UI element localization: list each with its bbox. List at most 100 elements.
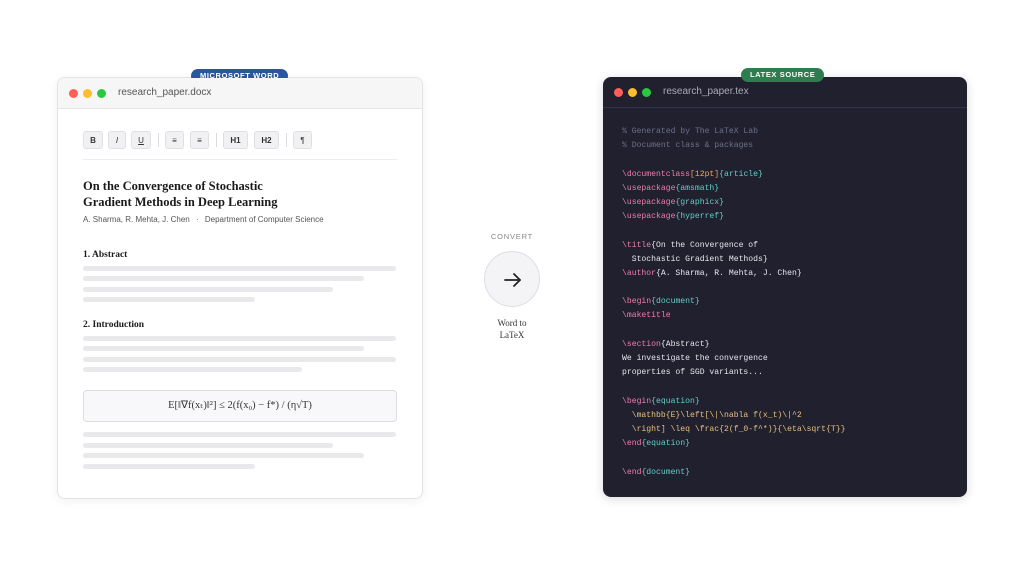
- maximize-window-button[interactable]: [97, 89, 106, 98]
- formatting-toolbar: B I U ≡ ≡ H1 H2 ¶: [83, 131, 397, 160]
- text-placeholder-line: [83, 266, 396, 271]
- introduction-heading: 2. Introduction: [83, 320, 145, 330]
- convert-label: CONVERT: [490, 232, 534, 241]
- code-line: \maketitle: [622, 309, 845, 323]
- code-token: {Abstract}: [660, 339, 710, 349]
- code-token: \maketitle: [622, 311, 671, 321]
- code-line: We investigate the convergence: [622, 352, 845, 366]
- text-placeholder-line: [83, 443, 333, 448]
- code-line: \begin{equation}: [622, 395, 845, 409]
- maximize-window-button[interactable]: [642, 88, 651, 97]
- code-token: \mathbb{E}\left[\|\nabla f(x_t)\|^2: [622, 410, 802, 420]
- align-left-button[interactable]: ≡: [165, 131, 184, 149]
- code-line: \author{A. Sharma, R. Mehta, J. Chen}: [622, 267, 845, 281]
- italic-button[interactable]: I: [108, 131, 126, 149]
- minimize-window-button[interactable]: [83, 89, 92, 98]
- toolbar-divider: [158, 133, 159, 147]
- close-window-button[interactable]: [69, 89, 78, 98]
- code-token: \end: [622, 439, 642, 449]
- code-token: \begin: [622, 297, 652, 307]
- latex-window: LATEX SOURCE research_paper.tex % Genera…: [603, 68, 967, 497]
- document-title-line: Gradient Methods in Deep Learning: [83, 195, 278, 209]
- code-token: {equation}: [651, 396, 700, 406]
- code-line: \title{On the Convergence of: [622, 239, 845, 253]
- heading1-button[interactable]: H1: [223, 131, 248, 149]
- code-token: properties of SGD variants...: [622, 368, 763, 378]
- code-line: \section{Abstract}: [622, 338, 845, 352]
- code-line: \end{document}: [622, 466, 845, 480]
- code-token: \usepackage: [622, 183, 676, 193]
- code-token: \end: [622, 467, 642, 477]
- word-titlebar: research_paper.docx: [58, 78, 422, 109]
- text-placeholder-line: [83, 287, 333, 292]
- underline-button[interactable]: U: [131, 131, 151, 149]
- align-center-button[interactable]: ≡: [190, 131, 209, 149]
- code-token: \documentclass: [622, 169, 690, 179]
- code-line: % Generated by The LaTeX Lab: [622, 125, 845, 139]
- paragraph-marks-button[interactable]: ¶: [293, 131, 312, 149]
- code-line: % Document class & packages: [622, 139, 845, 153]
- code-token: {graphicx}: [675, 197, 725, 207]
- convert-caption-line: Word to: [497, 318, 527, 328]
- close-window-button[interactable]: [614, 88, 623, 97]
- text-placeholder-line: [83, 297, 255, 302]
- byline-separator: ·: [195, 215, 199, 224]
- code-line: \end{equation}: [622, 437, 845, 451]
- word-filename: research_paper.docx: [118, 87, 212, 98]
- code-token: \usepackage: [622, 212, 676, 222]
- code-token: {document}: [641, 467, 691, 477]
- bold-button[interactable]: B: [83, 131, 103, 149]
- code-line: Stochastic Gradient Methods}: [622, 253, 845, 267]
- toolbar-divider: [216, 133, 217, 147]
- code-line: \begin{document}: [622, 295, 845, 309]
- text-placeholder-line: [83, 432, 396, 437]
- equation-block: E[‖∇f(xₜ)‖²] ≤ 2(f(x₀) − f*) / (η√T): [83, 390, 397, 422]
- minimize-window-button[interactable]: [628, 88, 637, 97]
- abstract-heading: 1. Abstract: [83, 250, 128, 260]
- code-token: {document}: [651, 297, 700, 307]
- convert-button[interactable]: [484, 251, 540, 307]
- code-token: Stochastic Gradient Methods}: [622, 254, 768, 264]
- code-line: \documentclass[12pt]{article}: [622, 168, 845, 182]
- code-token: \right] \leq \frac{2(f_0-f^*)}{\eta\sqrt…: [622, 424, 846, 434]
- code-token: {On the Convergence of: [651, 240, 759, 250]
- code-token: \begin: [622, 396, 652, 406]
- convert-caption-line: LaTeX: [499, 330, 525, 340]
- heading2-button[interactable]: H2: [254, 131, 279, 149]
- text-placeholder-line: [83, 276, 364, 281]
- code-token: \author: [622, 268, 656, 278]
- latex-filename: research_paper.tex: [663, 86, 749, 97]
- document-byline: A. Sharma, R. Mehta, J. Chen · Departmen…: [83, 215, 324, 224]
- code-token: {equation}: [641, 439, 691, 449]
- code-token: [12pt]: [690, 169, 720, 179]
- code-line: \usepackage{graphicx}: [622, 196, 845, 210]
- text-placeholder-line: [83, 464, 255, 469]
- text-placeholder-line: [83, 367, 302, 372]
- text-placeholder-line: [83, 357, 396, 362]
- word-window: MICROSOFT WORD research_paper.docx B I U…: [57, 69, 423, 499]
- document-title-line: On the Convergence of Stochastic: [83, 179, 263, 193]
- code-token: {article}: [719, 169, 763, 179]
- document-authors: A. Sharma, R. Mehta, J. Chen: [83, 215, 190, 224]
- code-token: % Generated by The LaTeX Lab: [622, 127, 758, 136]
- code-token: % Document class & packages: [622, 141, 754, 151]
- code-line: \usepackage{hyperref}: [622, 210, 845, 224]
- code-token: \section: [622, 339, 661, 349]
- code-token: {amsmath}: [675, 183, 720, 193]
- latex-titlebar: research_paper.tex: [603, 77, 967, 108]
- text-placeholder-line: [83, 453, 364, 458]
- document-title: On the Convergence of Stochastic Gradien…: [83, 178, 343, 210]
- toolbar-divider: [286, 133, 287, 147]
- code-line: \usepackage{amsmath}: [622, 182, 845, 196]
- text-placeholder-line: [83, 346, 364, 351]
- convert-caption: Word to LaTeX: [470, 317, 554, 341]
- document-department: Department of Computer Science: [204, 215, 324, 224]
- code-token: We investigate the convergence: [622, 354, 768, 363]
- latex-code-editor[interactable]: % Generated by The LaTeX Lab % Document c…: [622, 125, 845, 480]
- code-line: properties of SGD variants...: [622, 366, 845, 380]
